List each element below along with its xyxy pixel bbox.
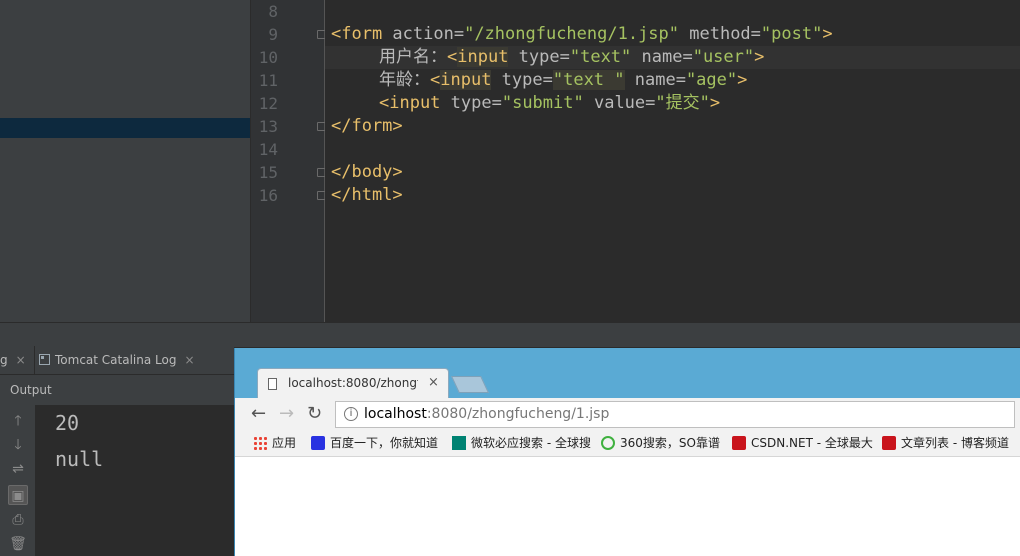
bookmarks-bar: 应用 百度一下，你就知道 微软必应搜索 - 全球搜 360搜索，SO靠谱 CSD… bbox=[235, 431, 1020, 457]
line-number: 14 bbox=[258, 140, 278, 159]
reload-icon[interactable]: ↻ bbox=[307, 403, 322, 424]
back-icon[interactable]: ← bbox=[251, 403, 266, 424]
wrap-icon[interactable]: ⇌ bbox=[8, 459, 28, 479]
scroll-end-icon[interactable]: ▣ bbox=[8, 485, 28, 505]
address-bar[interactable]: i localhost:8080/zhongfucheng/1.jsp bbox=[335, 401, 1015, 428]
bookmark-csdn[interactable]: CSDN.NET - 全球最大 bbox=[732, 435, 873, 451]
log-icon bbox=[39, 354, 50, 365]
browser-tab[interactable]: localhost:8080/zhongfucheng/1.jsp × bbox=[257, 368, 449, 399]
line-number: 8 bbox=[268, 2, 278, 21]
line-number: 13 bbox=[258, 117, 278, 136]
baidu-paw-icon bbox=[311, 436, 325, 450]
arrow-down-icon[interactable]: 🡓 bbox=[8, 435, 28, 455]
arrow-up-icon[interactable]: 🡑 bbox=[8, 411, 28, 431]
new-tab-button[interactable] bbox=[451, 376, 489, 393]
line-number: 9 bbox=[268, 25, 278, 44]
bookmark-apps[interactable]: 应用 bbox=[253, 435, 296, 451]
console-line: 20 bbox=[55, 411, 80, 435]
forward-icon[interactable]: → bbox=[279, 403, 294, 424]
print-icon[interactable]: ⎙ bbox=[8, 510, 28, 530]
page-icon bbox=[268, 378, 277, 390]
csdn-icon bbox=[732, 436, 746, 450]
bookmark-bing[interactable]: 微软必应搜索 - 全球搜 bbox=[452, 435, 591, 451]
bookmark-360[interactable]: 360搜索，SO靠谱 bbox=[601, 435, 720, 451]
code-line-11: 年龄：<input type="text " name="age"> bbox=[379, 70, 748, 90]
code-line-10: 用户名：<input type="text" name="user"> bbox=[379, 47, 765, 67]
run-tool-tabs: g × Tomcat Catalina Log × bbox=[0, 346, 234, 375]
bing-icon bbox=[452, 436, 466, 450]
line-number: 16 bbox=[258, 186, 278, 205]
project-panel[interactable] bbox=[0, 0, 251, 322]
tab-tomcat-catalina-log[interactable]: Tomcat Catalina Log × bbox=[34, 346, 201, 374]
line-number: 12 bbox=[258, 94, 278, 113]
browser-toolbar: ← → ↻ i localhost:8080/zhongfucheng/1.js… bbox=[235, 398, 1020, 431]
close-icon[interactable]: × bbox=[16, 353, 26, 367]
bookmark-baidu[interactable]: 百度一下，你就知道 bbox=[311, 435, 438, 451]
code-line-13: </form> bbox=[331, 116, 403, 136]
tab-server[interactable]: g × bbox=[0, 346, 26, 374]
line-number: 11 bbox=[258, 71, 278, 90]
url-text: localhost:8080/zhongfucheng/1.jsp bbox=[364, 406, 610, 422]
info-icon[interactable]: i bbox=[344, 407, 358, 421]
editor-gutter: 8 9 10 11 12 13 14 15 16 bbox=[251, 0, 326, 322]
code-line-12: <input type="submit" value="提交"> bbox=[379, 93, 721, 113]
output-header: Output bbox=[0, 375, 234, 405]
apps-grid-icon bbox=[253, 436, 267, 450]
tab-title: localhost:8080/zhongfucheng/1.jsp bbox=[288, 376, 418, 390]
csdn-blog-icon bbox=[882, 436, 896, 450]
trash-icon[interactable]: 🗑 bbox=[8, 534, 28, 554]
output-console[interactable]: 20 null bbox=[35, 405, 234, 556]
code-line-9: <form action="/zhongfucheng/1.jsp" metho… bbox=[331, 24, 833, 44]
run-toolbar: 🡑 🡓 ⇌ ▣ ⎙ 🗑 bbox=[0, 405, 35, 556]
page-content[interactable] bbox=[235, 457, 1020, 556]
panel-splitter[interactable] bbox=[0, 322, 1020, 347]
line-number: 10 bbox=[258, 48, 278, 67]
code-editor[interactable]: <form action="/zhongfucheng/1.jsp" metho… bbox=[325, 0, 1020, 322]
code-line-16: </html> bbox=[331, 185, 403, 205]
project-tree-selected-row[interactable] bbox=[0, 118, 250, 138]
bookmark-csdn-blog[interactable]: 文章列表 - 博客频道 bbox=[882, 435, 1009, 451]
browser-window: localhost:8080/zhongfucheng/1.jsp × ← → … bbox=[234, 348, 1020, 556]
code-line-15: </body> bbox=[331, 162, 403, 182]
console-line: null bbox=[55, 447, 104, 471]
line-number: 15 bbox=[258, 163, 278, 182]
close-icon[interactable]: × bbox=[428, 375, 439, 390]
close-icon[interactable]: × bbox=[184, 353, 194, 367]
360-search-icon bbox=[601, 436, 615, 450]
